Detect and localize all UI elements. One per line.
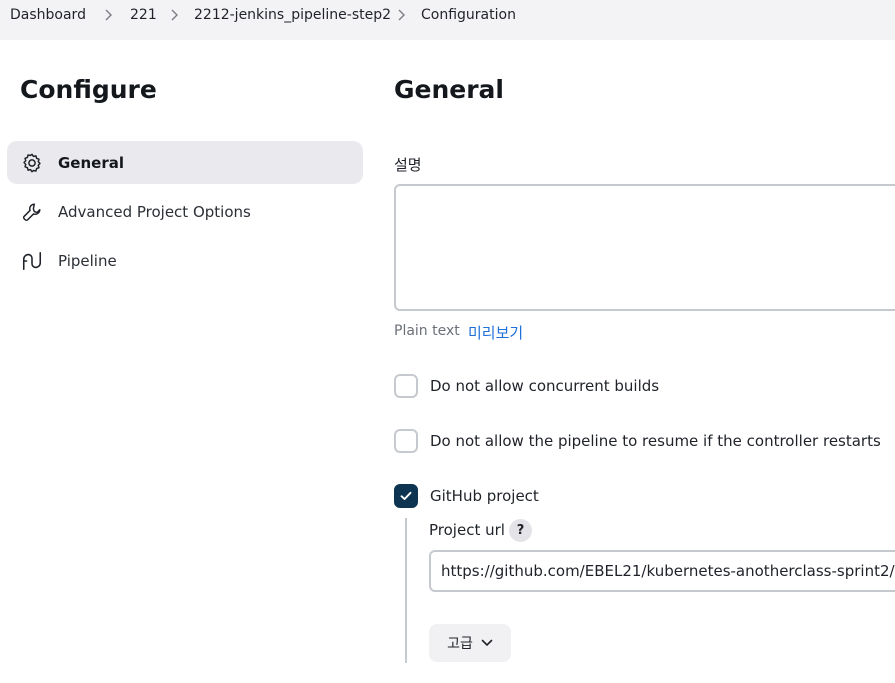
option-concurrent-builds: Do not allow concurrent builds: [394, 374, 659, 398]
sidebar-title: Configure: [20, 75, 157, 104]
pipeline-resume-checkbox[interactable]: [394, 429, 418, 453]
sidebar-item-advanced-project-options[interactable]: Advanced Project Options: [7, 190, 363, 233]
gear-icon: [21, 152, 43, 174]
section-title: General: [394, 75, 504, 104]
concurrent-builds-checkbox[interactable]: [394, 374, 418, 398]
breadcrumb: Dashboard 221 2212-jenkins_pipeline-step…: [0, 0, 895, 40]
checkbox-label: Do not allow the pipeline to resume if t…: [430, 432, 881, 450]
github-project-checkbox[interactable]: [394, 484, 418, 508]
breadcrumb-configuration[interactable]: Configuration: [421, 6, 516, 24]
chevron-right-icon: [170, 6, 180, 24]
advanced-button-label: 고급: [447, 636, 473, 652]
sidebar-item-general[interactable]: General: [7, 141, 363, 184]
checkbox-label: GitHub project: [430, 487, 539, 505]
nested-section-divider: [405, 518, 407, 663]
help-icon[interactable]: ?: [509, 519, 532, 542]
checkbox-label: Do not allow concurrent builds: [430, 377, 660, 395]
breadcrumb-dashboard[interactable]: Dashboard: [0, 4, 96, 26]
project-url-input[interactable]: [429, 550, 895, 592]
description-textarea[interactable]: [394, 184, 895, 311]
option-github-project: GitHub project: [394, 484, 539, 508]
project-url-label: Project url: [429, 521, 505, 539]
markup-format-text: Plain text: [394, 323, 460, 339]
sidebar-item-label: Pipeline: [58, 251, 117, 270]
breadcrumb-job[interactable]: 2212-jenkins_pipeline-step2: [194, 6, 391, 24]
chevron-right-icon: [104, 6, 114, 24]
option-pipeline-resume: Do not allow the pipeline to resume if t…: [394, 429, 881, 453]
breadcrumb-folder[interactable]: 221: [130, 6, 157, 24]
chevron-down-icon: [481, 639, 493, 647]
advanced-button[interactable]: 고급: [429, 624, 511, 662]
preview-link[interactable]: 미리보기: [468, 322, 523, 343]
sidebar-item-label: General: [58, 153, 124, 172]
description-label: 설명: [394, 156, 422, 174]
chevron-right-icon: [397, 6, 407, 24]
sidebar-item-pipeline[interactable]: Pipeline: [7, 239, 363, 282]
sidebar-item-label: Advanced Project Options: [58, 202, 251, 221]
wrench-icon: [21, 201, 43, 223]
check-icon: [400, 491, 412, 500]
pipeline-icon: [21, 250, 43, 272]
